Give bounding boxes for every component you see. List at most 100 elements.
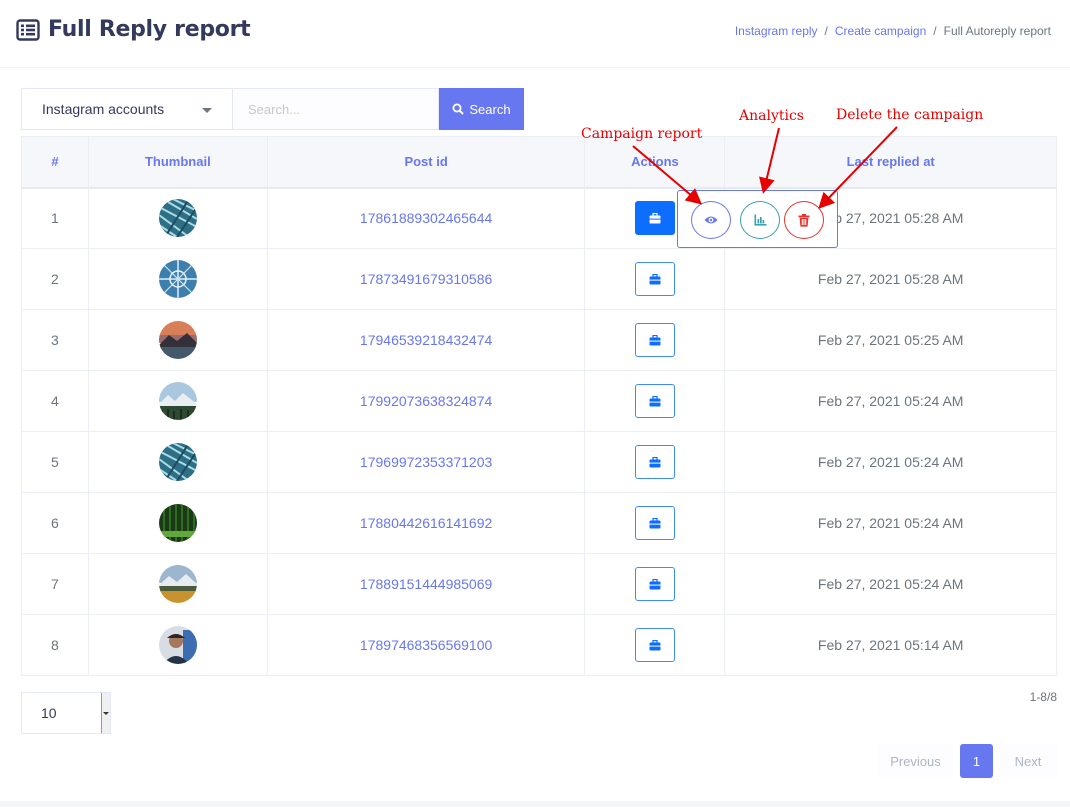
per-page-stepper[interactable]: 10 [21,692,111,734]
actions-popover [677,190,838,248]
caret-down-icon [202,108,212,113]
search-button-label: Search [469,101,511,117]
actions-button[interactable] [634,262,675,296]
search-icon [452,103,465,115]
thumbnail-cell [87,492,268,554]
table-row: 6 17880442616141692 Feb 27, 2021 05:24 AM [21,492,1057,554]
search-input[interactable] [233,88,439,130]
pagination-page-1[interactable]: 1 [960,744,993,778]
briefcase-icon [649,212,661,224]
last-replied-date: Feb 27, 2021 05:24 AM [724,492,1057,554]
actions-button[interactable] [634,567,675,601]
last-replied-date: Feb 27, 2021 05:14 AM [724,614,1057,676]
post-thumbnail [158,626,197,664]
post-id-link[interactable]: 17873491679310586 [266,248,586,310]
campaign-report-button[interactable] [691,201,731,239]
bar-chart-icon [754,214,766,226]
per-page-value: 10 [41,705,57,721]
annotation-campaign-report: Campaign report [581,126,703,142]
actions-button[interactable] [634,506,675,540]
post-id-link[interactable]: 17880442616141692 [266,492,586,554]
breadcrumb-instagram-reply[interactable]: Instagram reply [735,24,818,38]
column-header-thumbnail[interactable]: Thumbnail [87,136,268,189]
search-button[interactable]: Search [439,88,524,130]
last-replied-date: Feb 27, 2021 05:24 AM [724,553,1057,615]
table-header-row: # Thumbnail Post id Actions Last replied… [21,136,1057,189]
column-header-number[interactable]: # [21,136,89,189]
delete-campaign-button[interactable] [784,201,824,239]
thumbnail-cell [87,431,268,493]
breadcrumb-current: Full Autoreply report [943,24,1051,38]
thumbnail-cell [87,309,268,371]
row-number: 1 [21,187,89,249]
footer-divider [0,801,1070,807]
actions-cell [584,309,726,371]
column-header-last-replied[interactable]: Last replied at [724,136,1057,189]
briefcase-icon [649,334,661,345]
table-body: 1 17861889302465644 Feb 27, 2021 05:28 AM 2… [21,187,1057,676]
page-header: Full Reply report Instagram reply / Crea… [0,0,1070,68]
pagination-next[interactable]: Next [999,744,1057,778]
briefcase-icon [649,578,661,589]
actions-button[interactable] [634,384,675,418]
post-thumbnail [158,382,197,420]
post-id-link[interactable]: 17992073638324874 [266,370,586,432]
actions-button[interactable] [634,201,675,236]
briefcase-icon [649,395,661,406]
table-row: 8 17897468356569100 Feb 27, 2021 05:14 AM [21,614,1057,676]
row-number: 6 [21,492,89,554]
table-row: 3 17946539218432474 Feb 27, 2021 05:25 AM [21,309,1057,371]
stepper-spin-control[interactable] [101,693,110,733]
breadcrumb-create-campaign[interactable]: Create campaign [835,24,926,38]
row-number: 2 [21,248,89,310]
breadcrumb-separator: / [933,24,937,38]
actions-button[interactable] [634,445,675,479]
analytics-button[interactable] [740,201,780,239]
thumbnail-cell [87,370,268,432]
table-row: 1 17861889302465644 Feb 27, 2021 05:28 AM [21,187,1057,249]
column-header-actions: Actions [584,136,726,189]
post-thumbnail [158,321,197,359]
actions-cell [584,492,726,554]
table-row: 2 17873491679310586 Feb 27, 2021 05:28 AM [21,248,1057,310]
post-thumbnail [158,199,197,238]
post-thumbnail [158,443,197,481]
actions-cell [584,431,726,493]
table-row: 4 17992073638324874 Feb 27, 2021 05:24 AM [21,370,1057,432]
page: Full Reply report Instagram reply / Crea… [0,0,1070,807]
instagram-accounts-select[interactable]: Instagram accounts [21,88,233,130]
caret-down-icon [103,711,109,715]
thumbnail-cell [87,614,268,676]
eye-icon [704,216,718,224]
annotation-delete-campaign: Delete the campaign [836,107,984,123]
briefcase-icon [649,273,661,284]
pagination-previous[interactable]: Previous [877,744,954,778]
title-wrap: Full Reply report [16,17,251,42]
row-number: 7 [21,553,89,615]
actions-cell [584,248,726,310]
record-count: 1-8/8 [1029,690,1057,704]
reply-report-table: # Thumbnail Post id Actions Last replied… [21,136,1057,676]
thumbnail-cell [87,553,268,615]
actions-button[interactable] [634,628,675,662]
pagination: Previous 1 Next [877,744,1057,778]
row-number: 5 [21,431,89,493]
row-number: 4 [21,370,89,432]
post-id-link[interactable]: 17897468356569100 [266,614,586,676]
filter-bar: Instagram accounts Search [21,88,524,130]
post-id-link[interactable]: 17969972353371203 [266,431,586,493]
thumbnail-cell [87,248,268,310]
actions-button[interactable] [634,323,675,357]
thumbnail-cell [87,187,268,249]
row-number: 8 [21,614,89,676]
list-icon [16,18,40,41]
post-id-link[interactable]: 17889151444985069 [266,553,586,615]
table-row: 7 17889151444985069 Feb 27, 2021 05:24 AM [21,553,1057,615]
column-header-post-id[interactable]: Post id [266,136,586,189]
post-id-link[interactable]: 17946539218432474 [266,309,586,371]
trash-icon [798,213,810,227]
last-replied-date: Feb 27, 2021 05:24 AM [724,370,1057,432]
post-id-link[interactable]: 17861889302465644 [266,187,586,249]
last-replied-date: Feb 27, 2021 05:24 AM [724,431,1057,493]
row-number: 3 [21,309,89,371]
